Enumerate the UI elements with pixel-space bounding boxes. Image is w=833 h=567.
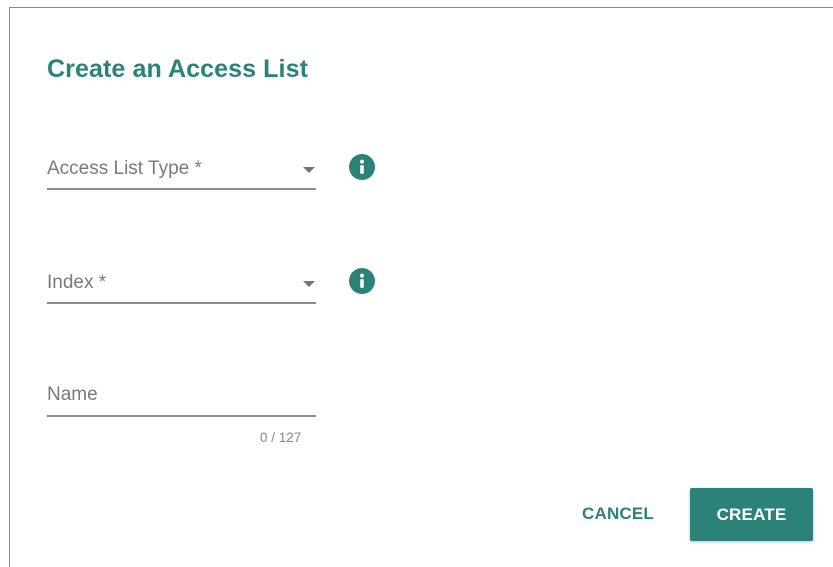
access-list-type-underline — [47, 188, 316, 190]
index-select[interactable]: Index * — [47, 262, 316, 312]
name-label: Name — [47, 384, 98, 405]
access-list-type-label: Access List Type * — [47, 158, 202, 179]
index-label: Index * — [47, 272, 107, 293]
create-access-list-dialog: Create an Access List Access List Type *… — [9, 7, 833, 567]
dropdown-arrow-icon[interactable] — [303, 167, 315, 173]
dropdown-arrow-icon[interactable] — [303, 281, 315, 287]
index-underline — [47, 302, 316, 304]
cancel-button[interactable]: CANCEL — [563, 495, 673, 533]
info-icon[interactable] — [349, 154, 375, 180]
create-button[interactable]: CREATE — [690, 488, 813, 541]
name-underline — [47, 415, 316, 417]
name-char-counter: 0 / 127 — [260, 430, 302, 445]
info-icon[interactable] — [349, 268, 375, 294]
name-input[interactable]: Name — [47, 374, 316, 424]
access-list-type-select[interactable]: Access List Type * — [47, 148, 316, 198]
dialog-title: Create an Access List — [47, 55, 309, 83]
